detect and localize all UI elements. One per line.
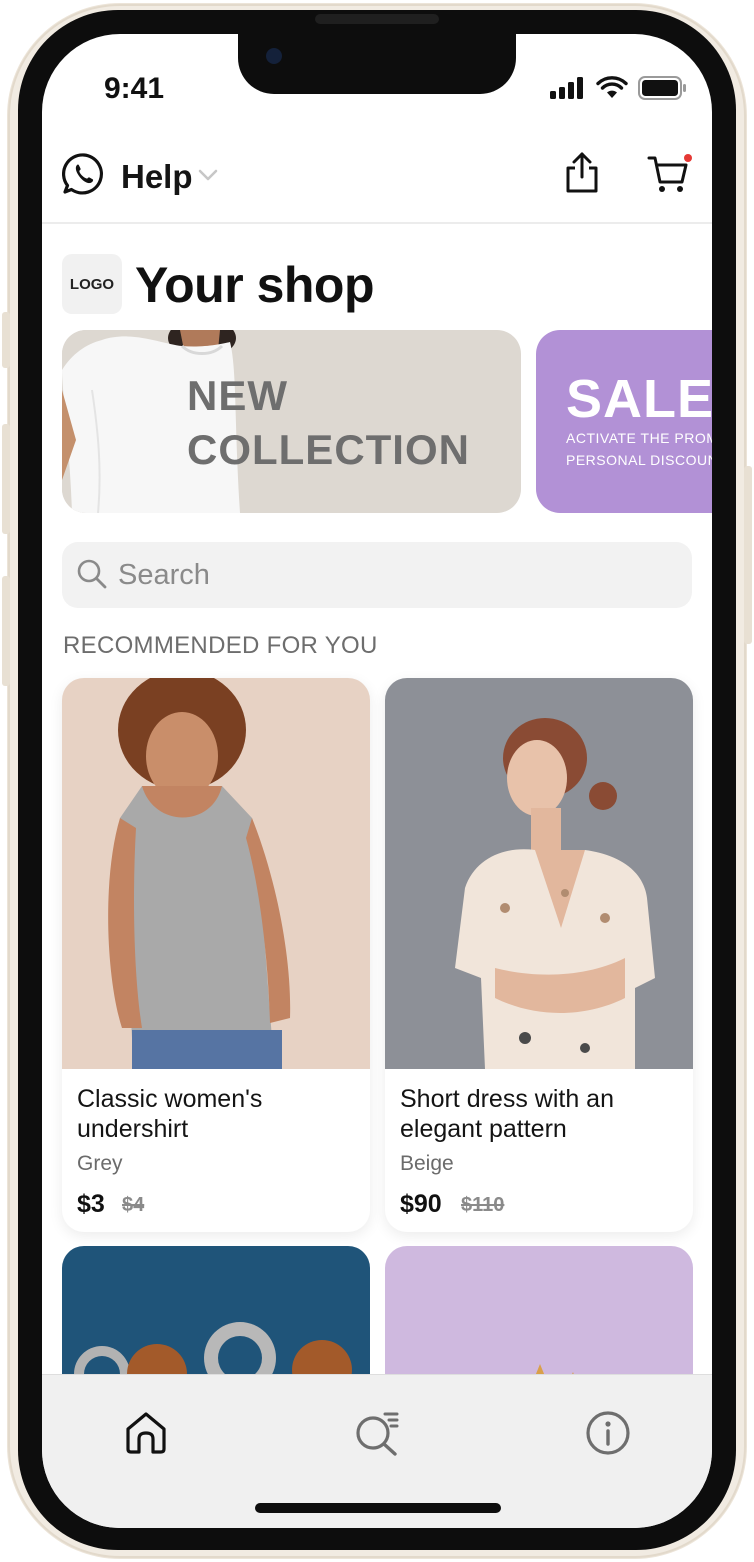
notch <box>238 34 516 94</box>
product-photo <box>62 678 370 1069</box>
sale-title: SALE <box>566 369 712 429</box>
product-card[interactable]: Classic women's undershirt Grey $3 $4 <box>62 678 370 1232</box>
new-collection-banner[interactable]: NEW COLLECTION <box>62 330 521 513</box>
app-header: Help <box>42 140 712 224</box>
battery-icon <box>638 76 686 100</box>
sale-line1: ACTIVATE THE PROMO <box>566 430 712 446</box>
shop-logo: LOGO <box>62 254 122 314</box>
product-photo <box>385 678 693 1069</box>
mute-switch <box>2 312 10 368</box>
power-button <box>744 466 752 644</box>
whatsapp-icon[interactable] <box>62 152 106 196</box>
search-bar[interactable] <box>62 542 692 608</box>
home-indicator[interactable] <box>255 1503 501 1513</box>
banner-new-line1: NEW <box>187 372 288 419</box>
page-title: Your shop <box>135 257 375 313</box>
product-name: Short dress with an elegant pattern <box>400 1085 614 1143</box>
product-card[interactable]: Short dress with an elegant pattern Beig… <box>385 678 693 1232</box>
help-label[interactable]: Help <box>121 158 193 196</box>
search-input[interactable] <box>118 554 678 596</box>
signal-icon <box>550 77 583 99</box>
bottom-nav <box>42 1374 712 1528</box>
model-photo <box>62 330 272 513</box>
product-name: Classic women's undershirt <box>77 1085 263 1143</box>
product-color: Grey <box>77 1152 123 1175</box>
speaker <box>315 14 439 24</box>
volume-down-button <box>2 576 10 686</box>
wifi-icon <box>596 76 628 98</box>
section-heading: RECOMMENDED FOR YOU <box>63 632 378 659</box>
product-old-price: $110 <box>461 1194 505 1216</box>
catalog-search-icon[interactable] <box>353 1409 401 1457</box>
search-icon <box>77 559 107 589</box>
product-price: $3 <box>77 1190 105 1218</box>
screen: 9:41 Help LOGO Your shop NEW COLLECTION … <box>42 34 712 1528</box>
cart-icon[interactable] <box>646 152 694 196</box>
sale-line2: PERSONAL DISCOUNT <box>566 452 712 468</box>
home-icon[interactable] <box>122 1409 170 1457</box>
cart-badge <box>684 154 692 162</box>
product-old-price: $4 <box>122 1194 145 1216</box>
sale-banner[interactable]: SALE ACTIVATE THE PROMO PERSONAL DISCOUN… <box>536 330 712 513</box>
banner-new-line2: COLLECTION <box>187 426 470 473</box>
volume-up-button <box>2 424 10 534</box>
info-icon[interactable] <box>584 1409 632 1457</box>
product-price: $90 <box>400 1190 442 1218</box>
share-icon[interactable] <box>562 150 602 194</box>
camera <box>266 48 282 64</box>
status-time: 9:41 <box>104 72 165 105</box>
status-icons <box>550 76 688 100</box>
chevron-down-icon[interactable] <box>198 168 218 182</box>
product-color: Beige <box>400 1152 454 1175</box>
